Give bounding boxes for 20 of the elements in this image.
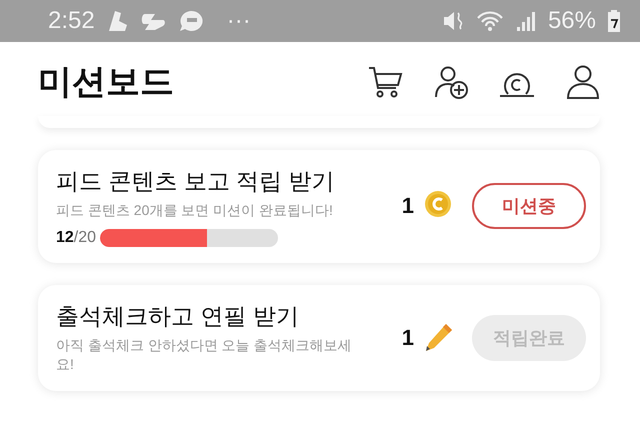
page-title: 미션보드	[38, 62, 175, 103]
reward-amount: 1	[402, 193, 414, 220]
wifi-icon	[476, 10, 504, 32]
battery-percent: 56%	[548, 7, 596, 35]
reward-amount: 1	[402, 324, 414, 351]
signal-icon	[516, 10, 536, 32]
mission-title: 피드 콘텐츠 보고 적립 받기	[56, 167, 336, 196]
mission-description: 피드 콘텐츠 20개를 보면 미션이 완료됩니다!	[56, 201, 334, 220]
in-progress-button[interactable]: 미션중	[472, 183, 586, 230]
add-person-icon	[433, 64, 469, 100]
mission-title: 출석체크하고 연필 받기	[56, 302, 300, 331]
mission-description: 아직 출석체크 안하셨다면 오늘 출석체크해보세요!	[56, 336, 353, 374]
message-icon	[178, 10, 203, 32]
status-time: 2:52	[48, 7, 95, 35]
cart-icon	[367, 65, 403, 99]
person-icon	[566, 64, 600, 100]
battery-icon	[608, 10, 620, 32]
progress-count: 12/20	[56, 228, 96, 247]
mute-icon	[442, 10, 464, 32]
more-notifications: ···	[226, 7, 251, 35]
